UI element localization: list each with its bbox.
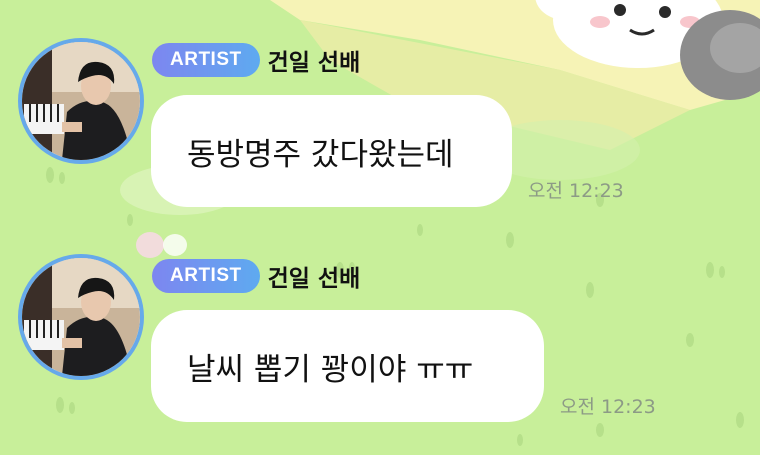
message-bubble[interactable]: 날씨 뽑기 꽝이야 ㅠㅠ	[151, 310, 544, 422]
message-timestamp: 오전 12:23	[528, 180, 624, 202]
sender-name[interactable]: 건일 선배	[268, 259, 361, 293]
message-text: 날씨 뽑기 꽝이야 ㅠㅠ	[187, 351, 474, 388]
artist-badge: ARTIST	[152, 259, 260, 293]
message-text: 동방명주 갔다왔는데	[187, 136, 454, 173]
message-header: ARTIST 건일 선배	[152, 258, 360, 294]
message-header: ARTIST 건일 선배	[152, 42, 360, 78]
artist-badge: ARTIST	[152, 43, 260, 77]
artist-avatar[interactable]	[18, 254, 144, 380]
artist-avatar[interactable]	[18, 38, 144, 164]
avatar-photo	[22, 42, 140, 160]
message-timestamp: 오전 12:23	[560, 396, 656, 418]
message-bubble[interactable]: 동방명주 갔다왔는데	[151, 95, 512, 207]
sender-name[interactable]: 건일 선배	[268, 43, 361, 77]
avatar-photo	[22, 258, 140, 376]
